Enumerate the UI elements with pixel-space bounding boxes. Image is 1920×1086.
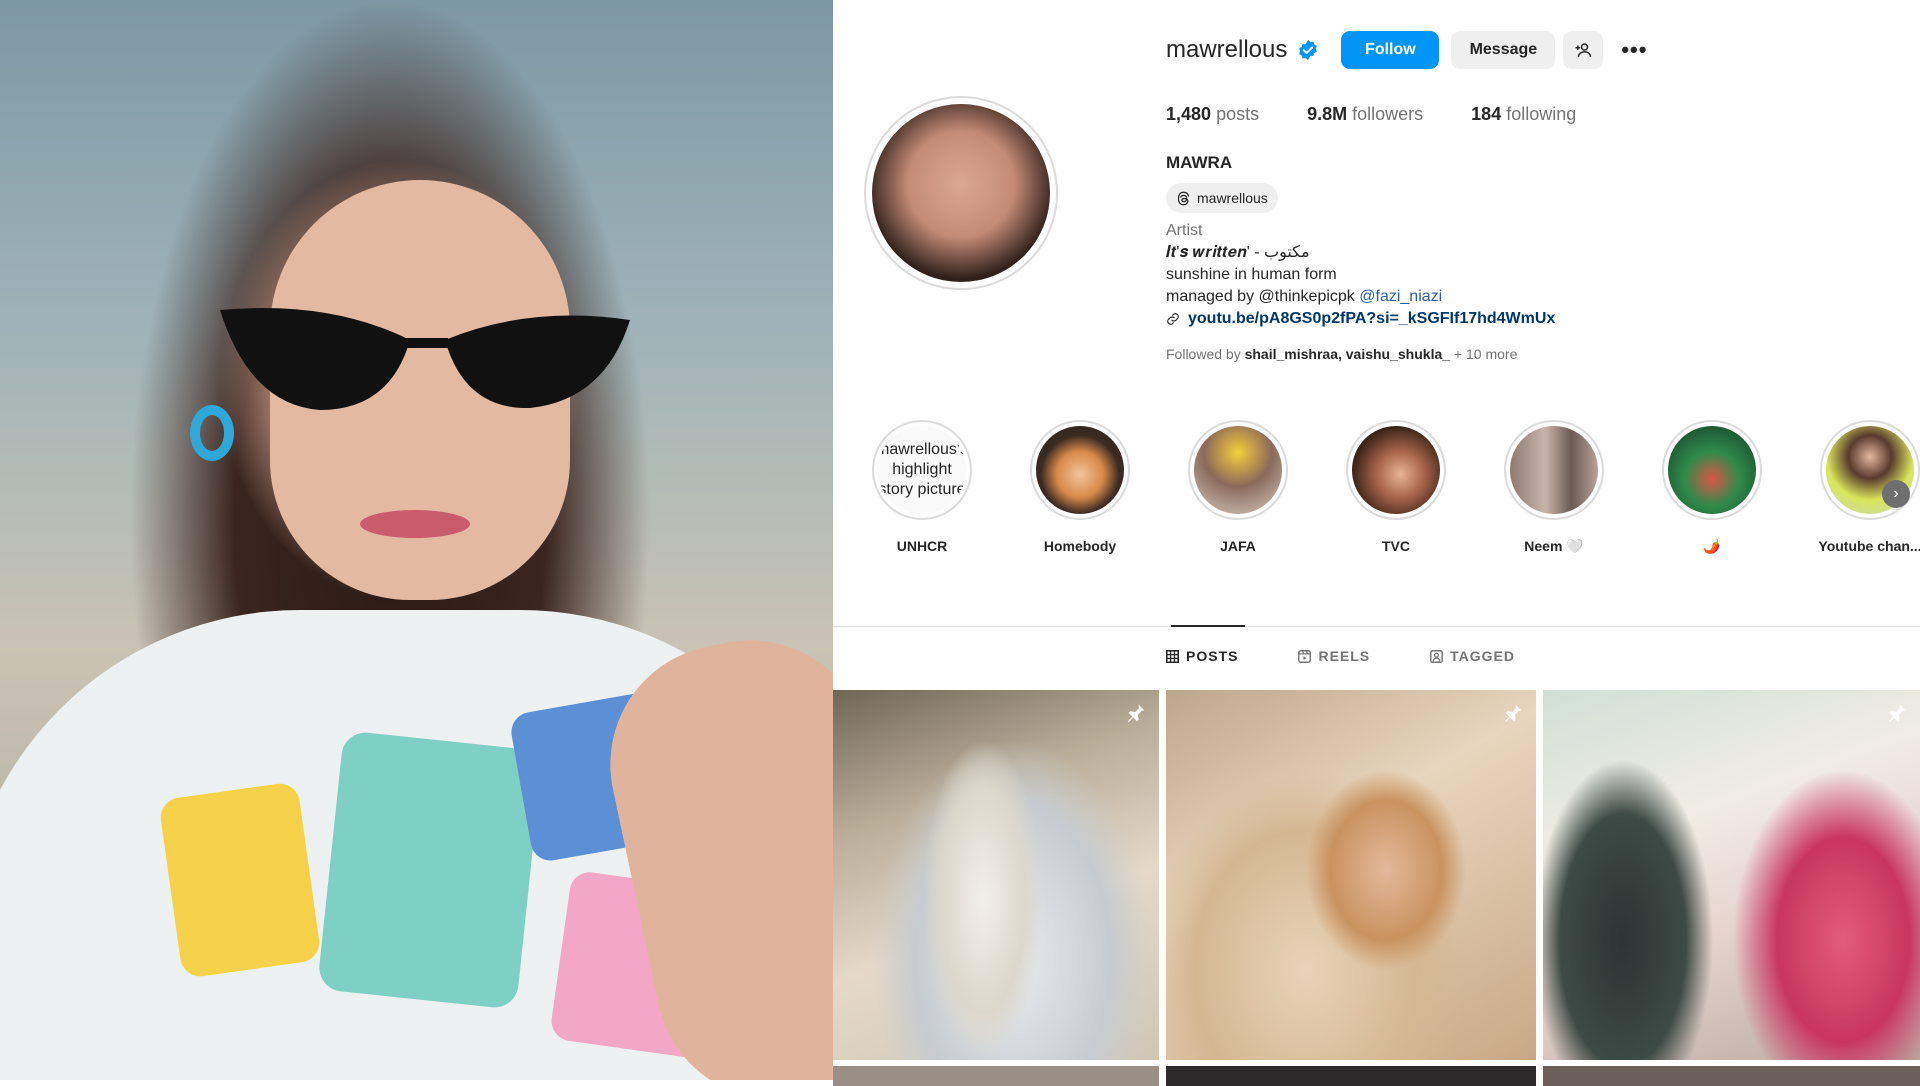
grid-icon <box>1166 649 1179 663</box>
following-count: 184 <box>1471 104 1502 124</box>
tabs-divider <box>833 626 1920 627</box>
highlights-next-button[interactable]: › <box>1882 480 1910 508</box>
highlight-ring: mawrellous's highlight story picture <box>872 420 972 520</box>
profile-tabs: POSTS REELS TAGGED <box>1166 648 1575 664</box>
post-thumbnail[interactable] <box>1543 690 1920 1060</box>
profile-category: Artist <box>1166 222 1203 239</box>
tab-reels[interactable]: REELS <box>1298 648 1370 664</box>
highlight-neem[interactable]: Neem 🤍 <box>1475 420 1633 555</box>
tagged-icon <box>1430 649 1444 663</box>
profile-avatar-button[interactable] <box>864 96 1058 290</box>
followed-by[interactable]: Followed by shail_mishraa, vaishu_shukla… <box>1166 346 1517 362</box>
profile-header: mawrellous Follow Message ••• <box>1166 30 1653 70</box>
profile-panel: mawrellous Follow Message ••• 1,480 post… <box>833 0 1920 1086</box>
highlight-label: UNHCR <box>896 538 948 554</box>
threads-handle: mawrellous <box>1197 190 1268 206</box>
shirt-print-yellow <box>158 781 322 979</box>
earring-shape <box>190 405 234 461</box>
highlight-homebody[interactable]: Homebody <box>1001 420 1159 555</box>
pinned-icon <box>1127 704 1145 723</box>
profile-stats: 1,480 posts 9.8M followers 184 following <box>1166 104 1624 125</box>
highlight-label: JAFA <box>1220 538 1256 554</box>
highlight-label: TVC <box>1382 538 1410 554</box>
followers-label: followers <box>1352 104 1424 124</box>
add-person-icon <box>1575 43 1592 57</box>
tab-label: REELS <box>1318 648 1371 664</box>
post-thumbnail[interactable] <box>1166 1066 1536 1086</box>
follow-button[interactable]: Follow <box>1341 31 1440 69</box>
posts-stat: 1,480 posts <box>1166 104 1259 125</box>
tab-label: POSTS <box>1186 648 1239 664</box>
posts-count: 1,480 <box>1166 104 1212 124</box>
bio-line: sunshine in human form <box>1166 266 1337 283</box>
following-stat[interactable]: 184 following <box>1471 104 1576 125</box>
message-button[interactable]: Message <box>1451 31 1556 69</box>
profile-bio: 𝑰𝒕'𝒔 𝒘𝒓𝒊𝒕𝒕𝒆𝒏' - مکتوب sunshine in human … <box>1166 242 1555 330</box>
bio-line: 𝑰𝒕'𝒔 𝒘𝒓𝒊𝒕𝒕𝒆𝒏' - مکتوب <box>1166 244 1310 261</box>
more-options-button[interactable]: ••• <box>1615 31 1653 69</box>
sunglasses-shape <box>220 308 630 410</box>
highlight-ring <box>1820 420 1920 520</box>
followed-by-names: shail_mishraa, vaishu_shukla_ <box>1244 346 1451 362</box>
post-thumbnail[interactable] <box>833 690 1159 1060</box>
active-tab-indicator <box>1171 625 1245 627</box>
highlight-label: Youtube chan... <box>1818 538 1920 554</box>
lips-shape <box>360 510 470 538</box>
pinned-icon <box>1504 704 1522 723</box>
highlight-label: Neem 🤍 <box>1524 538 1584 554</box>
highlight-tvc[interactable]: TVC <box>1317 420 1475 555</box>
avatar <box>872 104 1050 282</box>
following-label: following <box>1506 104 1577 124</box>
highlight-chili[interactable]: 🌶️ <box>1633 420 1791 555</box>
profile-username: mawrellous <box>1166 36 1288 63</box>
posts-label: posts <box>1216 104 1260 124</box>
link-icon <box>1167 313 1179 325</box>
selfie-photo <box>0 0 833 1080</box>
threads-link[interactable]: mawrellous <box>1166 183 1278 213</box>
tab-tagged[interactable]: TAGGED <box>1430 648 1515 664</box>
highlight-ring <box>1188 420 1288 520</box>
highlight-cover <box>1352 426 1440 514</box>
highlight-cover <box>1036 426 1124 514</box>
highlight-label: 🌶️ <box>1703 538 1721 554</box>
highlight-ring <box>1030 420 1130 520</box>
mention-link[interactable]: @fazi_niazi <box>1359 288 1442 305</box>
tab-posts[interactable]: POSTS <box>1166 648 1238 664</box>
bio-line: managed by @thinkepicpk @fazi_niazi <box>1166 286 1555 308</box>
highlight-alt-text: mawrellous's highlight story picture <box>878 426 966 514</box>
reels-icon <box>1298 649 1312 663</box>
external-link[interactable]: youtu.be/pA8GS0p2fPA?si=_kSGFIf17hd4WmUx <box>1188 308 1555 330</box>
story-highlights: mawrellous's highlight story picture UNH… <box>843 420 1920 555</box>
post-thumbnail[interactable] <box>1543 1066 1920 1086</box>
highlight-label: Homebody <box>1043 538 1117 554</box>
highlight-cover <box>1668 426 1756 514</box>
highlight-cover <box>1194 426 1282 514</box>
pinned-icon <box>1888 704 1906 723</box>
highlight-unhcr[interactable]: mawrellous's highlight story picture UNH… <box>843 420 1001 555</box>
post-thumbnail[interactable] <box>1166 690 1536 1060</box>
bio-text: managed by @thinkepicpk <box>1166 288 1360 305</box>
followed-by-prefix: Followed by <box>1166 346 1245 362</box>
chevron-right-icon: › <box>1893 485 1899 502</box>
followers-stat[interactable]: 9.8M followers <box>1307 104 1423 125</box>
highlight-jafa[interactable]: JAFA <box>1159 420 1317 555</box>
suggested-users-button[interactable] <box>1563 31 1604 69</box>
highlight-ring <box>1504 420 1604 520</box>
post-thumbnail[interactable] <box>833 1066 1159 1086</box>
followers-count: 9.8M <box>1307 104 1348 124</box>
tab-label: TAGGED <box>1450 648 1516 664</box>
verified-badge-icon <box>1299 39 1318 61</box>
profile-name: MAWRA <box>1166 153 1233 172</box>
highlight-cover <box>1510 426 1598 514</box>
bio-link-row[interactable]: youtu.be/pA8GS0p2fPA?si=_kSGFIf17hd4WmUx <box>1166 308 1555 330</box>
highlight-ring <box>1346 420 1446 520</box>
followed-by-more: + 10 more <box>1450 346 1518 362</box>
highlight-ring <box>1662 420 1762 520</box>
threads-icon <box>1177 191 1190 205</box>
shirt-print-teal <box>316 730 544 1010</box>
